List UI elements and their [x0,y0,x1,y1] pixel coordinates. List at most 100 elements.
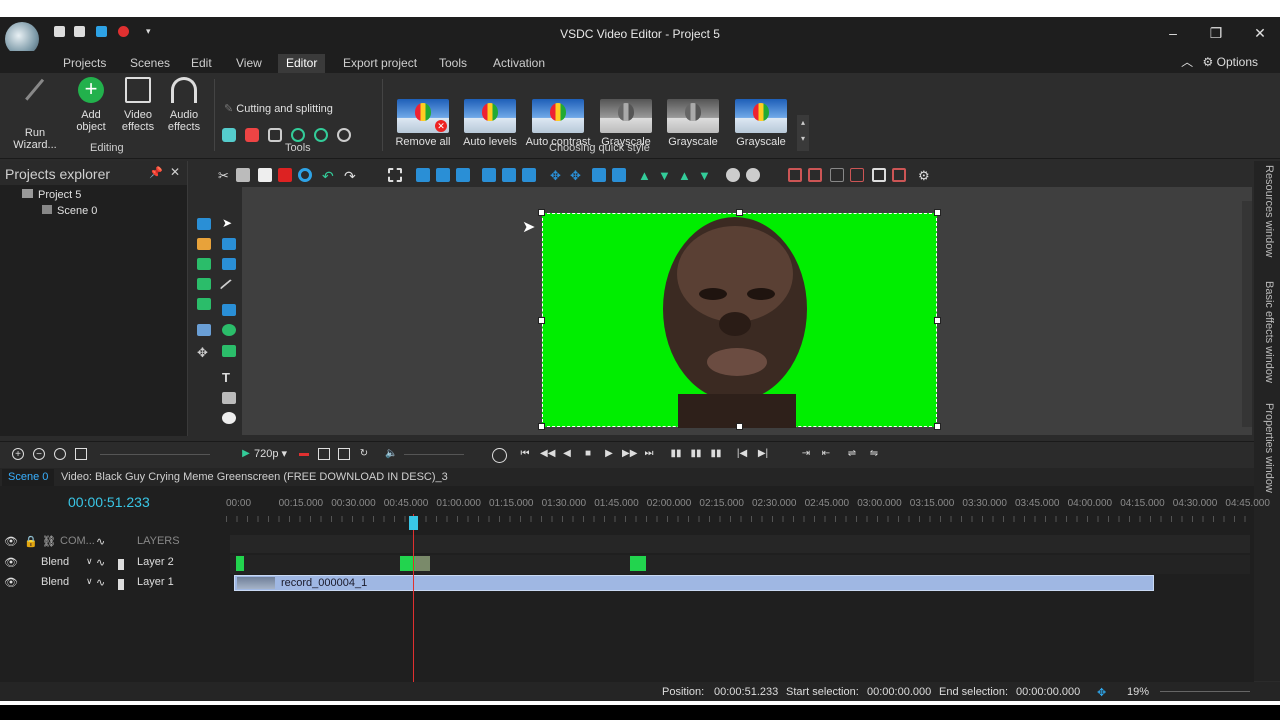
copy-icon[interactable] [236,168,250,182]
eye-icon[interactable]: 👁 [4,556,18,569]
volume-slider[interactable] [404,454,464,455]
resize-handle[interactable] [538,423,545,430]
chevron-down-icon[interactable]: ∨ [86,556,93,567]
menu-editor[interactable]: Editor [278,54,326,73]
move-icon[interactable]: ✥ [550,168,564,183]
chart-icon[interactable] [197,218,211,230]
canvas-vertical-scrollbar[interactable] [1242,201,1252,427]
record-toggle-icon[interactable] [75,448,87,460]
go-start-icon[interactable]: ⏮ [519,448,531,460]
volume-icon[interactable]: 🔈 [385,448,397,460]
style-grayscale[interactable]: Grayscale [731,99,791,148]
zoom-out-icon[interactable]: − [33,448,45,460]
stretch-icon[interactable] [612,168,626,182]
styles-scroll-icon[interactable]: ▴ ▾ [797,115,809,151]
grid-icon[interactable] [788,168,802,182]
audio-effects-button[interactable]: Audio effects [162,77,206,133]
crop-icon[interactable] [268,128,283,142]
settings-icon[interactable]: ⚙ [918,168,932,183]
align-right-icon[interactable] [456,168,470,182]
marker-2-icon[interactable]: ▮▮ [690,448,702,460]
tree-scene[interactable]: Scene 0 [42,205,97,217]
clip-marker[interactable] [236,556,244,571]
jump-next-icon[interactable]: ▶| [757,448,769,460]
prev-frame-icon[interactable]: ◀◀ [540,448,555,460]
jump-prev-icon[interactable]: |◀ [736,448,748,460]
clip-marker[interactable] [630,556,646,571]
freeshape-icon[interactable] [222,345,236,357]
style-grayscale[interactable]: Grayscale [596,99,656,148]
zoom-in-icon[interactable]: + [12,448,24,460]
rotate-custom-icon[interactable] [337,128,352,142]
playhead-line[interactable] [413,514,414,682]
blend-mode-label[interactable]: Blend [41,556,69,568]
track-layer-1[interactable]: 👁 Blend ∨ ∿ Layer 1 [0,576,226,595]
center-icon[interactable]: ✥ [570,168,584,183]
scissors-icon[interactable]: ✂ [218,168,232,183]
menu-projects[interactable]: Projects [55,54,114,73]
subtitle-icon[interactable] [222,392,236,404]
resize-handle[interactable] [934,423,941,430]
properties-window-tab[interactable]: Properties window [1259,403,1275,493]
line-icon[interactable] [219,278,239,298]
restore-button[interactable]: ❐ [1205,23,1227,43]
tree-project[interactable]: Project 5 [22,189,81,201]
align-top-icon[interactable] [482,168,496,182]
resize-handle[interactable] [538,317,545,324]
playhead-handle[interactable] [409,516,418,530]
repeat-icon[interactable] [338,448,350,460]
resize-handle[interactable] [736,209,743,216]
time-ruler[interactable]: 00:00 00:15.000 00:30.000 00:45.000 01:00.00… [226,498,1270,518]
speech-icon[interactable] [222,258,236,270]
style-remove-all[interactable]: ✕ Remove all [393,99,453,148]
sprite-icon[interactable] [197,238,211,250]
run-wizard-button[interactable]: Run Wizard... [6,77,64,151]
link-icon[interactable]: ⛓ [42,535,56,548]
grid-settings-icon[interactable] [850,168,864,182]
zoom-slider[interactable] [100,454,210,455]
resize-handle[interactable] [538,209,545,216]
ungroup-icon[interactable] [746,168,760,182]
ripple-icon[interactable]: ⇋ [868,448,880,460]
options-button[interactable]: ︿ ⚙ Options [1181,53,1258,70]
style-grayscale[interactable]: Grayscale [663,99,723,148]
filled-rect-icon[interactable] [222,304,236,316]
video-object[interactable] [542,213,937,428]
align-middle-icon[interactable] [502,168,516,182]
menu-view[interactable]: View [228,54,270,73]
chevron-down-icon[interactable]: ∨ [86,576,93,587]
paste-icon[interactable] [258,168,272,182]
align-bottom-icon[interactable] [522,168,536,182]
menu-scenes[interactable]: Scenes [122,54,178,73]
align-left-icon[interactable] [416,168,430,182]
video-icon[interactable] [197,298,211,310]
menu-tools[interactable]: Tools [431,54,475,73]
split-clip-icon[interactable]: ⇥ [800,448,812,460]
tab-scene[interactable]: Scene 0 [2,469,55,486]
zoom-fit-icon[interactable] [54,448,66,460]
stop-icon[interactable]: ■ [582,448,594,460]
audio-icon[interactable] [197,278,211,290]
style-auto-contrast[interactable]: Auto contrast [524,99,592,148]
zoom-slider[interactable] [1160,691,1250,692]
pin-icon[interactable]: 📌 [149,166,163,179]
fit-icon[interactable] [592,168,606,182]
loop-icon[interactable] [318,448,330,460]
trim-icon[interactable] [245,128,260,142]
resources-window-tab[interactable]: Resources window [1259,165,1275,257]
cutting-splitting-button[interactable]: ✎ Cutting and splitting [224,103,333,115]
video-clip[interactable]: record_000004_1 [234,575,1154,591]
record-icon[interactable]: ▬ [298,448,310,460]
fit-zoom-icon[interactable]: ✥ [1097,686,1106,699]
circle-icon[interactable] [298,168,312,182]
snap-clip-icon[interactable]: ⇌ [846,448,858,460]
eye-icon[interactable]: 👁 [4,576,18,589]
merge-clip-icon[interactable]: ⇤ [820,448,832,460]
video-effects-button[interactable]: Video effects [114,77,162,133]
text-icon[interactable]: T [222,370,236,385]
eye-icon[interactable]: 👁 [4,535,18,548]
rotate-90-icon[interactable] [291,128,306,142]
group-icon[interactable] [726,168,740,182]
marker-1-icon[interactable]: ▮▮ [670,448,682,460]
play-icon[interactable]: ▶ [603,448,615,460]
